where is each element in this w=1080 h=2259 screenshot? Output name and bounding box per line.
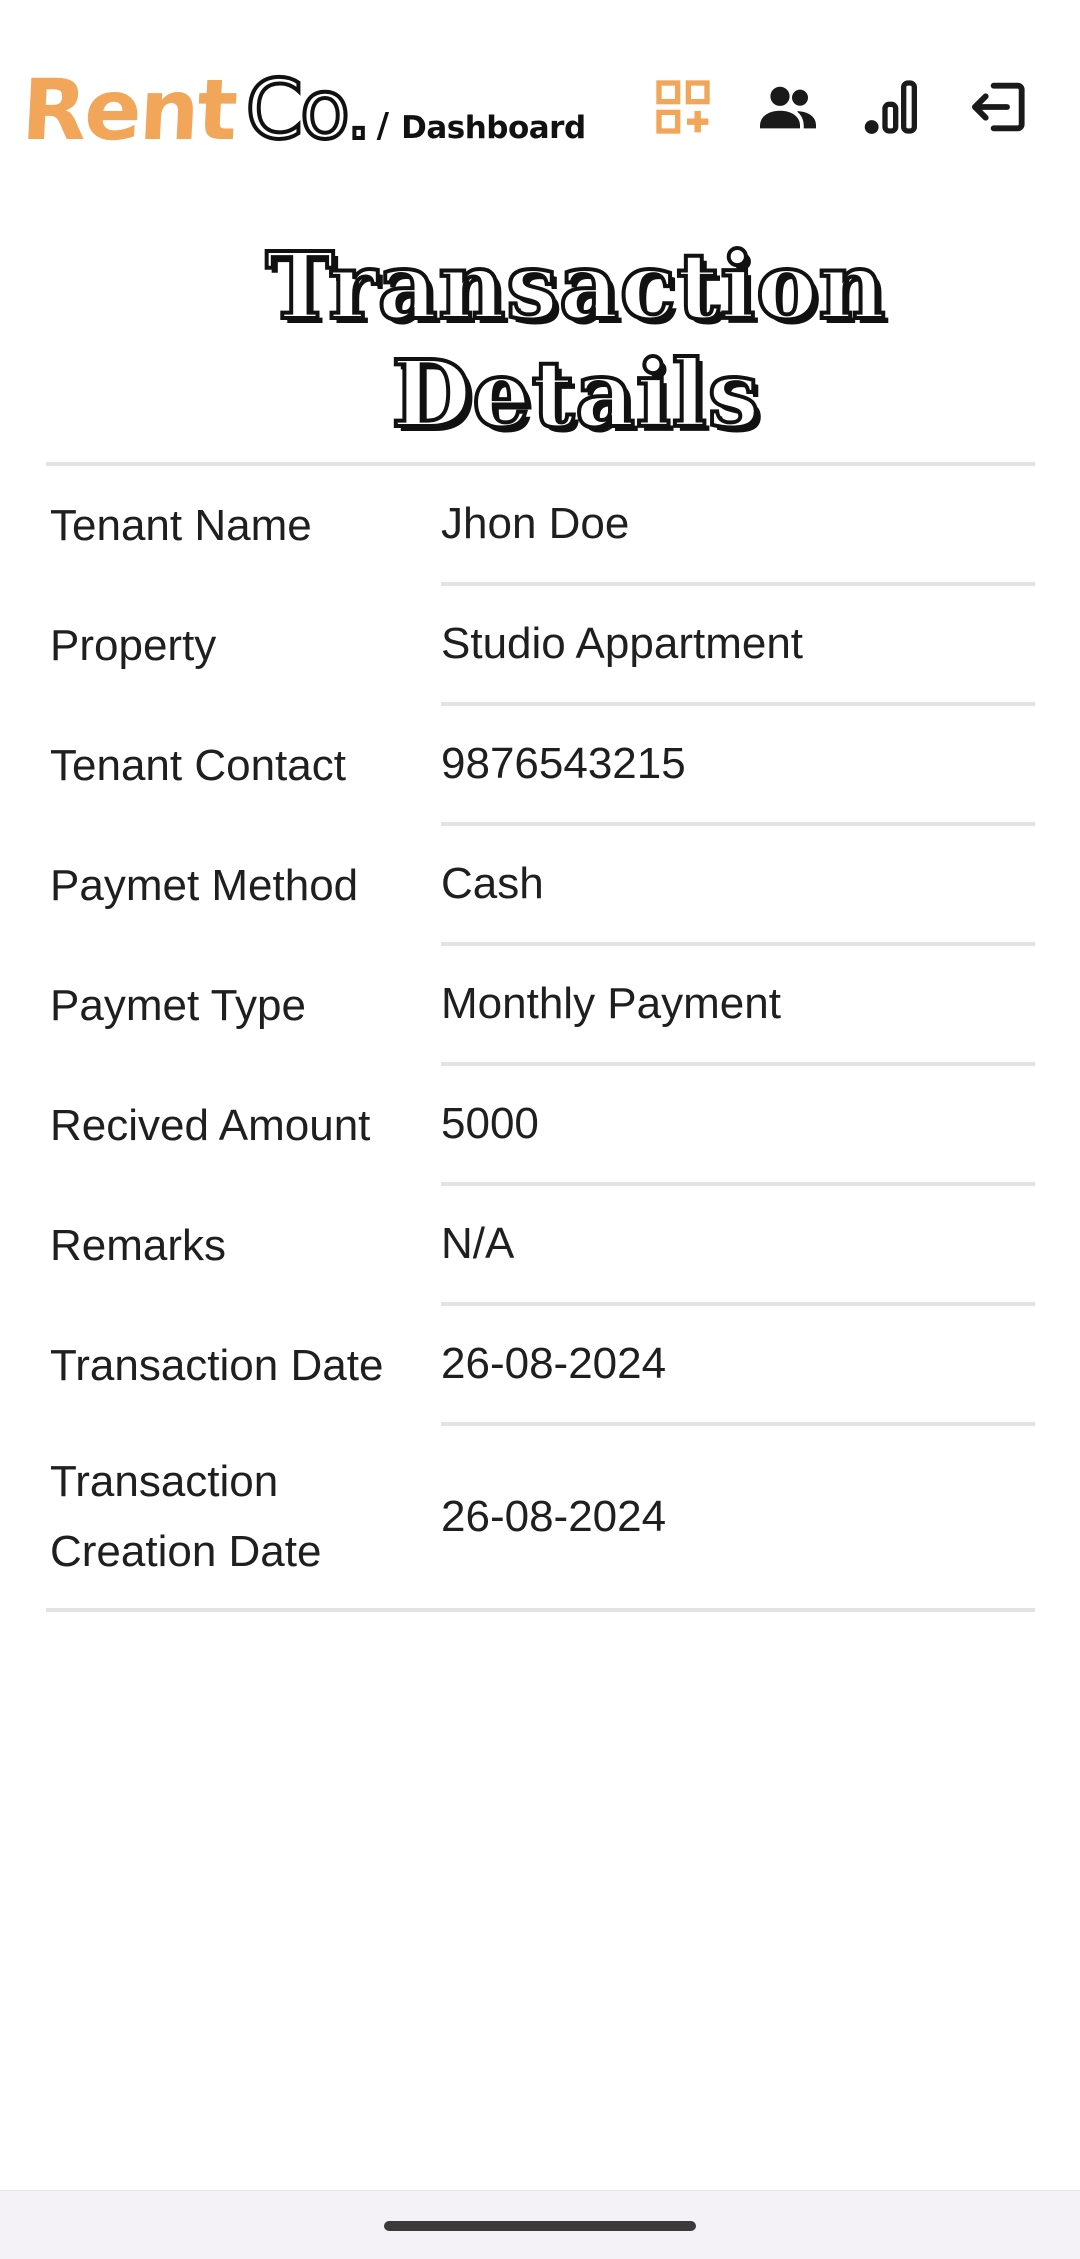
detail-row-tenant-contact: Tenant Contact 9876543215: [46, 706, 1035, 826]
detail-label: Remarks: [50, 1221, 227, 1270]
detail-value: Studio Appartment: [441, 586, 1035, 706]
detail-row-payment-type: Paymet Type Monthly Payment: [46, 946, 1035, 1066]
detail-value: 26-08-2024: [441, 1306, 1035, 1426]
detail-row-transaction-creation-date: Transaction Creation Date 26-08-2024: [46, 1426, 1035, 1608]
detail-label: Recived Amount: [50, 1101, 371, 1150]
brand-logo[interactable]: Rent Co. / Dashboard: [19, 42, 586, 159]
breadcrumb-separator: /: [376, 106, 390, 146]
detail-value: 5000: [441, 1066, 1035, 1186]
qr-add-icon[interactable]: [648, 72, 718, 142]
signal-bars-icon[interactable]: [858, 72, 928, 142]
detail-row-received-amount: Recived Amount 5000: [46, 1066, 1035, 1186]
transaction-details-page: Rent Co. / Dashboard Transaction Details…: [0, 0, 1080, 2259]
detail-label: Property: [50, 621, 217, 670]
page-title: Transaction Details: [264, 230, 888, 450]
detail-row-property: Property Studio Appartment: [46, 586, 1035, 706]
detail-row-tenant-name: Tenant Name Jhon Doe: [46, 466, 1035, 586]
brand-co-text: Co.: [244, 63, 374, 158]
detail-value: 26-08-2024: [441, 1492, 667, 1541]
detail-value: 9876543215: [441, 706, 1035, 826]
detail-row-payment-method: Paymet Method Cash: [46, 826, 1035, 946]
app-header: Rent Co. / Dashboard: [0, 0, 1080, 190]
home-gesture-handle[interactable]: [384, 2221, 696, 2231]
transaction-details-table: Tenant Name Jhon Doe Property Studio App…: [46, 462, 1035, 1612]
brand-rent-text: Rent: [19, 61, 239, 159]
detail-row-remarks: Remarks N/A: [46, 1186, 1035, 1306]
breadcrumb-dashboard[interactable]: Dashboard: [401, 110, 586, 146]
detail-label: Transaction Creation Date: [50, 1457, 322, 1576]
detail-row-transaction-date: Transaction Date 26-08-2024: [46, 1306, 1035, 1426]
users-icon[interactable]: [753, 72, 823, 142]
detail-label: Paymet Method: [50, 861, 359, 910]
detail-value: N/A: [441, 1186, 1035, 1306]
detail-value: Monthly Payment: [441, 946, 1035, 1066]
system-navigation-bar: [0, 2190, 1080, 2259]
detail-label: Transaction Date: [50, 1341, 384, 1390]
detail-value: Cash: [441, 826, 1035, 946]
detail-label: Tenant Name: [50, 501, 312, 550]
logout-icon[interactable]: [964, 72, 1034, 142]
detail-label: Paymet Type: [50, 981, 306, 1030]
detail-label: Tenant Contact: [50, 741, 346, 790]
detail-value: Jhon Doe: [441, 466, 1035, 586]
